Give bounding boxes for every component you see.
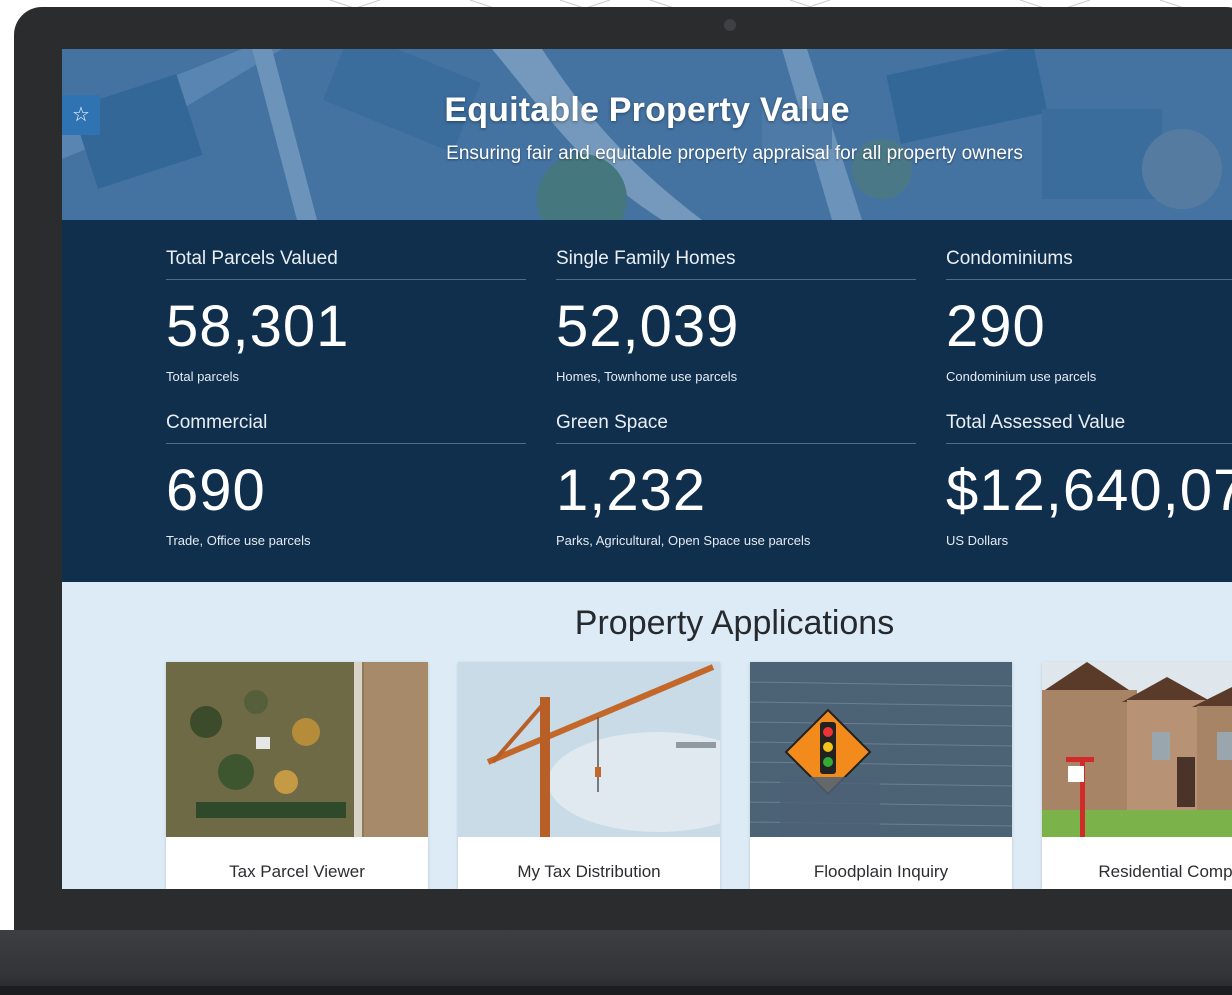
page-subtitle: Ensuring fair and equitable property app… [446, 143, 1023, 164]
stat-condominiums: Condominiums 290 Condominium use parcels [946, 248, 1232, 384]
app-card-floodplain-inquiry[interactable]: Floodplain Inquiry [750, 662, 1012, 889]
stats-panel: Total Parcels Valued 58,301 Total parcel… [62, 220, 1232, 582]
stat-total-parcels: Total Parcels Valued 58,301 Total parcel… [166, 248, 526, 384]
aerial-farm-image [166, 662, 428, 837]
page-title: Equitable Property Value [444, 91, 850, 129]
stat-note: Total parcels [166, 369, 239, 384]
stat-label: Green Space [556, 412, 916, 444]
stat-label: Total Assessed Value [946, 412, 1232, 444]
stat-note: Trade, Office use parcels [166, 533, 311, 548]
card-label: Floodplain Inquiry [813, 862, 949, 881]
stat-note: Parks, Agricultural, Open Space use parc… [556, 533, 811, 548]
card-label: Residential Comp F [1098, 862, 1232, 881]
stat-label: Condominiums [946, 248, 1232, 280]
stat-note: Homes, Townhome use parcels [556, 369, 738, 384]
stat-value: 58,301 [166, 294, 350, 359]
app-card-residential-comp[interactable]: Residential Comp F [1042, 662, 1232, 889]
hero-banner: ☆ Equitable Property Value Ensuring fair… [62, 49, 1232, 220]
card-label: My Tax Distribution [517, 862, 661, 881]
stat-value: 1,232 [556, 458, 707, 523]
laptop-base-edge [0, 986, 1232, 995]
card-label: Tax Parcel Viewer [229, 862, 365, 881]
app-screen: ☆ Equitable Property Value Ensuring fair… [62, 49, 1232, 889]
stat-label: Commercial [166, 412, 526, 444]
hero-overlay [62, 49, 1232, 220]
stat-total-assessed-value: Total Assessed Value $12,640,07 US Dolla… [946, 412, 1232, 548]
stat-value: 690 [166, 458, 266, 523]
stat-green-space: Green Space 1,232 Parks, Agricultural, O… [556, 412, 916, 548]
section-title: Property Applications [574, 604, 895, 642]
stat-value: $12,640,07 [946, 458, 1232, 523]
construction-crane-image [458, 662, 720, 837]
app-card-my-tax-distribution[interactable]: My Tax Distribution [458, 662, 720, 889]
app-card-tax-parcel-viewer[interactable]: Tax Parcel Viewer [166, 662, 428, 889]
stat-note: Condominium use parcels [946, 369, 1097, 384]
stat-commercial: Commercial 690 Trade, Office use parcels [166, 412, 526, 548]
stat-value: 52,039 [556, 294, 740, 359]
house-for-sale-image [1042, 662, 1232, 837]
camera-icon [724, 19, 736, 31]
stat-label: Single Family Homes [556, 248, 916, 280]
stat-value: 290 [946, 294, 1046, 359]
flooded-traffic-sign-image [750, 662, 1012, 837]
stat-label: Total Parcels Valued [166, 248, 526, 280]
stat-note: US Dollars [946, 533, 1009, 548]
stat-single-family: Single Family Homes 52,039 Homes, Townho… [556, 248, 916, 384]
